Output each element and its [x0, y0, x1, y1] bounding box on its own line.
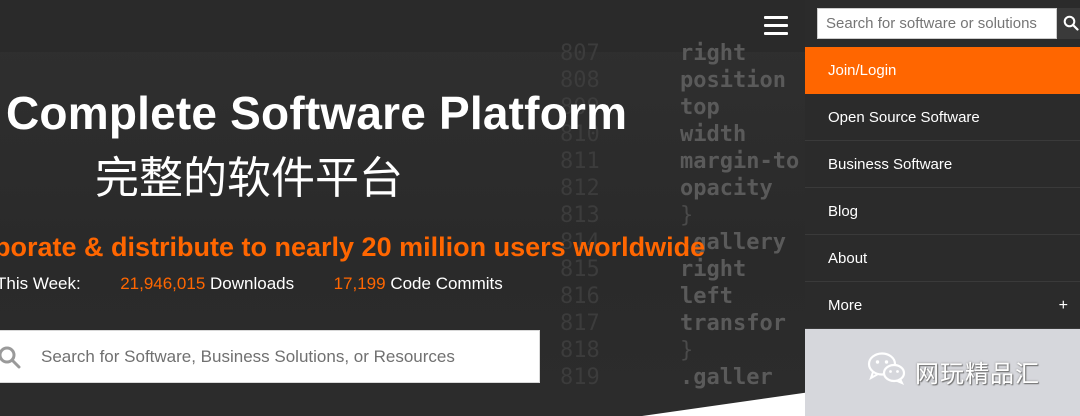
- menu-item-label: About: [828, 250, 868, 267]
- menu-item-about[interactable]: About: [805, 235, 1080, 282]
- hero-tagline: borate & distribute to nearly 20 million…: [0, 232, 706, 262]
- menu-item-label: Join/Login: [828, 62, 897, 79]
- menu-item-label: Business Software: [828, 156, 953, 173]
- commits-label: Code Commits: [390, 274, 503, 293]
- hamburger-menu-button[interactable]: [764, 16, 788, 36]
- side-menu-list: Join/Login Open Source Software Business…: [805, 47, 1080, 329]
- commits-count: 17,199: [333, 274, 386, 293]
- downloads-label: Downloads: [210, 274, 295, 293]
- menu-item-join-login[interactable]: Join/Login: [805, 47, 1080, 94]
- hamburger-icon: [764, 16, 788, 19]
- menu-item-more[interactable]: More +: [805, 282, 1080, 329]
- side-search-box: [817, 8, 1057, 39]
- weekly-stats: This Week: 21,946,015 Downloads 17,199 C…: [0, 274, 503, 294]
- menu-item-label: Open Source Software: [828, 109, 980, 126]
- expand-plus-icon[interactable]: +: [1059, 282, 1068, 329]
- menu-item-business-software[interactable]: Business Software: [805, 141, 1080, 188]
- main-search-bar: [0, 330, 540, 383]
- watermark-text: 网玩精品汇: [915, 360, 1040, 388]
- stats-label: This Week:: [0, 274, 81, 293]
- side-search-button[interactable]: [1057, 8, 1080, 39]
- menu-item-label: More: [828, 297, 863, 314]
- hero-subtitle: 完整的软件平台: [95, 153, 403, 204]
- menu-item-label: Blog: [828, 203, 859, 220]
- downloads-count: 21,946,015: [120, 274, 206, 293]
- search-icon[interactable]: [0, 345, 21, 369]
- wechat-icon: [867, 352, 906, 385]
- main-search-input[interactable]: [41, 331, 531, 382]
- menu-item-blog[interactable]: Blog: [805, 188, 1080, 235]
- menu-item-open-source-software[interactable]: Open Source Software: [805, 94, 1080, 141]
- search-icon: [1063, 15, 1079, 31]
- hero-title: Complete Software Platform: [6, 87, 628, 139]
- side-menu: Join/Login Open Source Software Business…: [805, 0, 1080, 416]
- wechat-watermark: 网玩精品汇: [805, 329, 1080, 416]
- side-search-input[interactable]: [818, 9, 1056, 38]
- hero-section: 807 right 808 position 809 top 810 width 811…: [0, 0, 805, 416]
